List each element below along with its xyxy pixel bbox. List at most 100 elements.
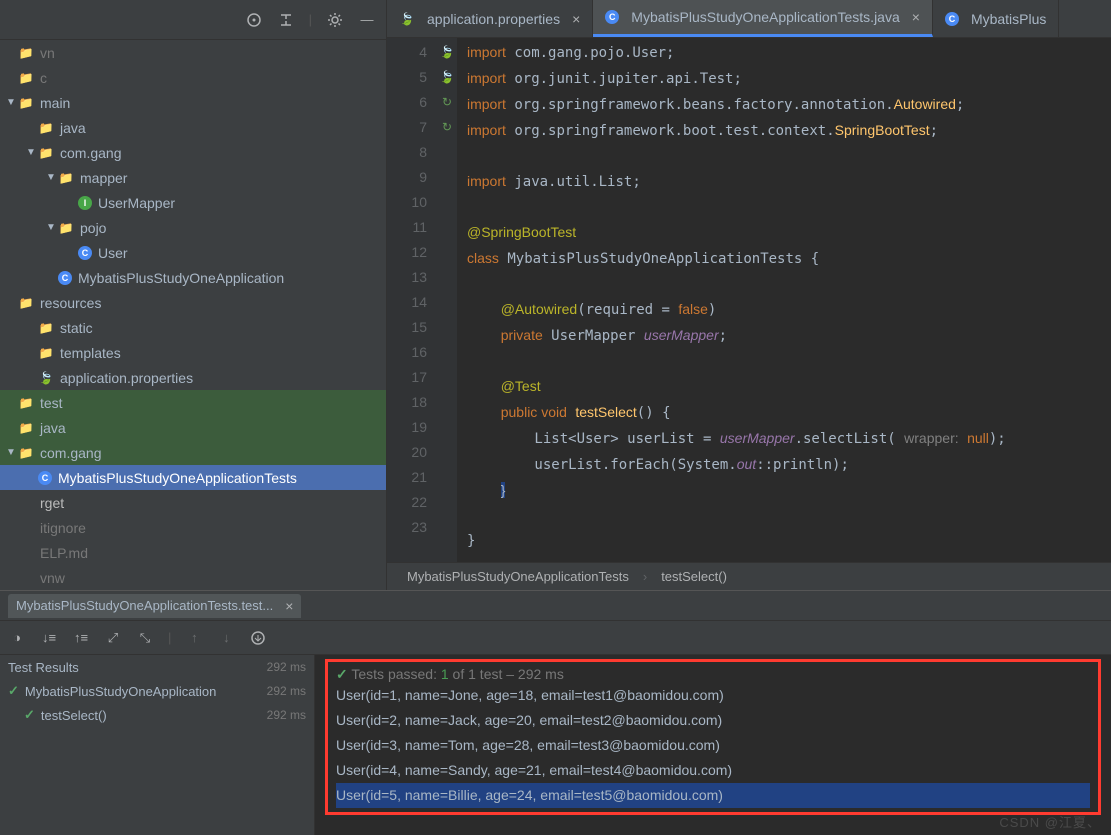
tree-label: MybatisPlusStudyOneApplicationTests [58,470,297,486]
tree-item-static[interactable]: 📁static [0,315,386,340]
sidebar-toolbar: | — [0,0,386,40]
tree-item-user[interactable]: CUser [0,240,386,265]
tree-label: templates [60,345,121,361]
editor-area: 🍃application.properties×CMybatisPlusStud… [387,0,1111,590]
tree-item-main[interactable]: ▼📁main [0,90,386,115]
tree-label: vnw [40,570,65,586]
tree-item-usermapper[interactable]: IUserMapper [0,190,386,215]
expand-icon[interactable]: ⤢ [104,629,122,647]
expand-arrow-icon[interactable]: ▼ [44,172,58,183]
breadcrumb[interactable]: MybatisPlusStudyOneApplicationTests › te… [387,562,1111,590]
tree-label: com.gang [40,445,101,461]
expand-arrow-icon[interactable]: ▼ [24,147,38,158]
tree-item-elp-md[interactable]: ELP.md [0,540,386,565]
sort-up-icon[interactable]: ↑≡ [72,629,90,647]
collapse-all-icon[interactable]: ⤡ [136,629,154,647]
next-icon[interactable]: ↓ [217,629,235,647]
expand-arrow-icon[interactable]: ▼ [4,447,18,458]
run-panel: MybatisPlusStudyOneApplicationTests.test… [0,590,1111,835]
collapse-icon[interactable] [277,11,295,29]
test-results-header[interactable]: Test Results 292 ms [0,655,314,679]
tree-item-java[interactable]: 📁java [0,115,386,140]
tab-application-properties[interactable]: 🍃application.properties× [387,0,593,37]
console-output[interactable]: ✓ Tests passed: 1 of 1 test – 292 ms Use… [315,655,1111,835]
tree-label: com.gang [60,145,121,161]
test-tree[interactable]: Test Results 292 ms ✓MybatisPlusStudyOne… [0,655,315,835]
tab-label: MybatisPlusStudyOneApplicationTests.java [631,9,899,25]
breadcrumb-class[interactable]: MybatisPlusStudyOneApplicationTests [407,569,629,584]
tree-label: User [98,245,128,261]
expand-arrow-icon[interactable]: ▼ [4,97,18,108]
tree-item-c[interactable]: 📁c [0,65,386,90]
breadcrumb-method[interactable]: testSelect() [661,569,727,584]
tree-item-application-properties[interactable]: 🍃application.properties [0,365,386,390]
run-body: Test Results 292 ms ✓MybatisPlusStudyOne… [0,655,1111,835]
tree-item-itignore[interactable]: itignore [0,515,386,540]
test-results-label: Test Results [8,660,79,675]
tree-item-com-gang[interactable]: ▼📁com.gang [0,440,386,465]
close-icon[interactable]: × [912,9,920,25]
tree-item-vnw[interactable]: vnw [0,565,386,590]
test-case-row[interactable]: ✓testSelect() 292 ms [0,703,314,727]
tree-label: resources [40,295,101,311]
gear-icon[interactable] [326,11,344,29]
watermark: CSDN @江夏、 [999,812,1101,831]
check-icon: ✓ [8,683,19,699]
tree-item-resources[interactable]: 📁resources [0,290,386,315]
project-tree[interactable]: 📁vn📁c▼📁main📁java▼📁com.gang▼📁mapperIUserM… [0,40,386,590]
expand-arrow-icon[interactable]: ▼ [44,222,58,233]
editor-tabs: 🍃application.properties×CMybatisPlusStud… [387,0,1111,38]
tree-item-java[interactable]: 📁java [0,415,386,440]
app-root: | — 📁vn📁c▼📁main📁java▼📁com.gang▼📁mapperIU… [0,0,1111,835]
editor-body: 4567891011121314151617181920212223 🍃🍃↻↻ … [387,38,1111,562]
tree-label: test [40,395,63,411]
tab-label: application.properties [427,11,560,27]
highlight-annotation: ✓ Tests passed: 1 of 1 test – 292 ms Use… [325,659,1101,815]
tab-mybatisplusstudyoneapplicationtests-java[interactable]: CMybatisPlusStudyOneApplicationTests.jav… [593,0,933,37]
check-icon: ✓ [24,707,35,723]
tests-passed-line: ✓ Tests passed: 1 of 1 test – 292 ms [336,666,1090,683]
tree-label: UserMapper [98,195,175,211]
test-suite-row[interactable]: ✓MybatisPlusStudyOneApplication 292 ms [0,679,314,703]
sort-down-icon[interactable]: ↓≡ [40,629,58,647]
tree-item-vn[interactable]: 📁vn [0,40,386,65]
test-time: 292 ms [267,708,306,722]
tree-item-test[interactable]: 📁test [0,390,386,415]
output-line: User(id=3, name=Tom, age=28, email=test3… [336,733,1090,758]
chevron-right-icon: › [643,569,647,584]
tab-label: MybatisPlusStudyOneApplicationTests.test… [16,598,273,613]
tree-label: main [40,95,70,111]
tree-item-mybatisplusstudyoneapplication[interactable]: CMybatisPlusStudyOneApplication [0,265,386,290]
tree-item-com-gang[interactable]: ▼📁com.gang [0,140,386,165]
target-icon[interactable] [245,11,263,29]
history-icon[interactable]: ◑ [8,629,26,647]
tree-label: static [60,320,93,336]
tree-label: pojo [80,220,106,236]
tree-label: itignore [40,520,86,536]
tree-item-pojo[interactable]: ▼📁pojo [0,215,386,240]
run-tab[interactable]: MybatisPlusStudyOneApplicationTests.test… [8,594,301,618]
code-editor[interactable]: import com.gang.pojo.User; import org.ju… [457,38,1111,562]
tab-mybatisplus[interactable]: CMybatisPlus [933,0,1059,37]
tree-item-mybatisplusstudyoneapplicationtests[interactable]: CMybatisPlusStudyOneApplicationTests [0,465,386,490]
test-time: 292 ms [267,684,306,698]
tree-label: ELP.md [40,545,88,561]
tree-label: application.properties [60,370,193,386]
tree-label: vn [40,45,55,61]
tree-label: mapper [80,170,127,186]
minimize-icon[interactable]: — [358,11,376,29]
tree-item-templates[interactable]: 📁templates [0,340,386,365]
check-icon: ✓ [336,666,348,682]
tab-label: MybatisPlus [971,11,1046,27]
run-toolbar: ◑ ↓≡ ↑≡ ⤢ ⤡ | ↑ ↓ [0,621,1111,655]
close-icon[interactable]: × [285,598,293,614]
export-icon[interactable] [249,629,267,647]
tree-label: rget [40,495,64,511]
gutter-icons: 🍃🍃↻↻ [437,38,457,562]
test-time: 292 ms [267,660,306,674]
tree-item-rget[interactable]: rget [0,490,386,515]
prev-icon[interactable]: ↑ [185,629,203,647]
line-gutter: 4567891011121314151617181920212223 [387,38,437,562]
tree-item-mapper[interactable]: ▼📁mapper [0,165,386,190]
close-icon[interactable]: × [572,11,580,27]
